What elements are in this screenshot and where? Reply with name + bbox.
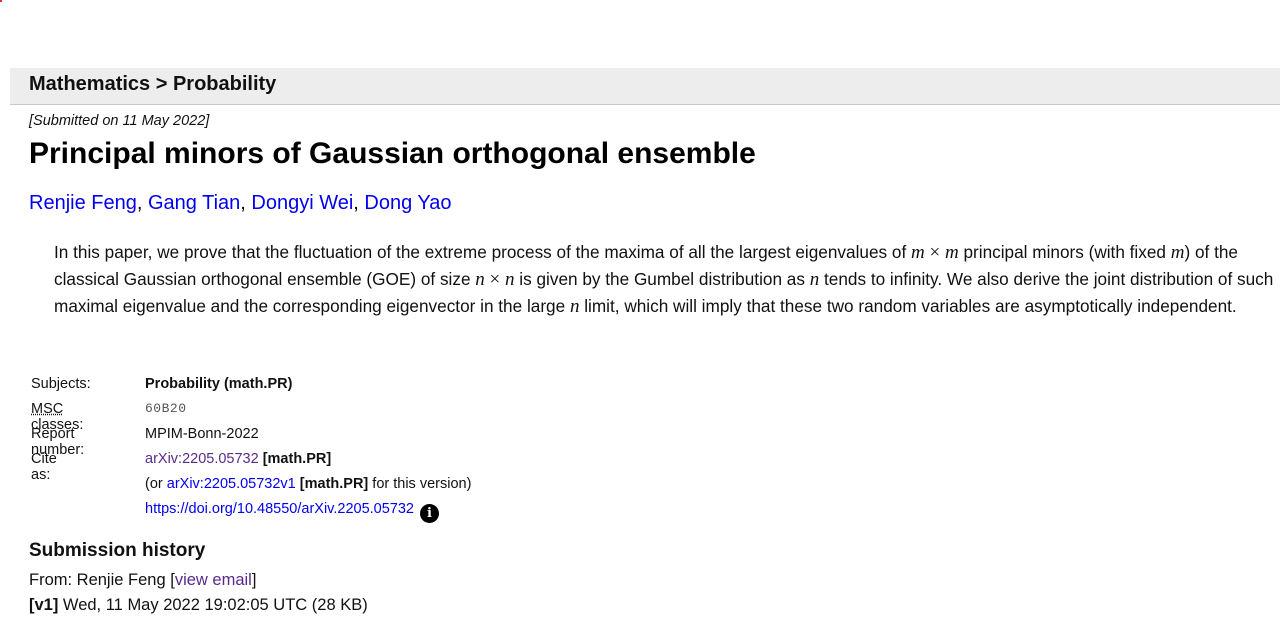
paper-title: Principal minors of Gaussian orthogonal …	[29, 137, 756, 170]
abstract: In this paper, we prove that the fluctua…	[54, 239, 1276, 320]
version-link[interactable]: arXiv:2205.05732v1	[167, 476, 296, 492]
breadcrumb[interactable]: Mathematics > Probability	[29, 73, 276, 96]
header-bar: Mathematics > Probability	[10, 68, 1280, 105]
author-separator: ,	[136, 192, 148, 214]
math-var: n	[505, 269, 515, 290]
version-entry: [v1] Wed, 11 May 2022 19:02:05 UTC (28 K…	[29, 596, 368, 615]
report-value: MPIM-Bonn-2022	[145, 426, 259, 442]
from-suffix: ]	[251, 571, 257, 589]
author-separator: ,	[240, 192, 252, 214]
author-link[interactable]: Renjie Feng	[29, 192, 137, 214]
abstract-text: is given by the Gumbel distribution as	[514, 269, 810, 289]
info-circle-icon[interactable]: i	[420, 504, 439, 523]
submission-date: [Submitted on 11 May 2022]	[29, 113, 210, 129]
author-link[interactable]: Dongyi Wei	[251, 192, 353, 214]
author-link[interactable]: Dong Yao	[364, 192, 451, 214]
author-list: Renjie Feng, Gang Tian, Dongyi Wei, Dong…	[29, 192, 452, 215]
cite-value: arXiv:2205.05732 [math.PR]	[145, 451, 331, 467]
version-close: for this version)	[368, 476, 472, 492]
view-email-link[interactable]: view email	[175, 571, 252, 589]
math-var: m	[911, 242, 925, 263]
math-op: ×	[484, 269, 506, 290]
v1-link[interactable]: [v1]	[29, 596, 58, 614]
corner-marker	[0, 0, 2, 2]
doi-link[interactable]: https://doi.org/10.48550/arXiv.2205.0573…	[145, 501, 414, 517]
v1-text: Wed, 11 May 2022 19:02:05 UTC (28 KB)	[58, 596, 368, 614]
subjects-label: Subjects:	[31, 376, 91, 392]
msc-abbr[interactable]: MSC	[31, 401, 63, 417]
version-tag: [math.PR]	[299, 476, 369, 492]
abstract-text: In this paper, we prove that the fluctua…	[54, 242, 911, 262]
math-var: n	[475, 269, 485, 290]
from-text: From: Renjie Feng [	[29, 571, 175, 589]
submission-history-heading: Submission history	[29, 540, 206, 561]
math-var: m	[1170, 242, 1185, 263]
math-var: n	[809, 269, 820, 290]
cite-tag: [math.PR]	[262, 451, 332, 467]
subjects-value: Probability (math.PR)	[145, 376, 293, 392]
doi-value: https://doi.org/10.48550/arXiv.2205.0573…	[145, 501, 439, 523]
cite-label: Cite as:	[31, 451, 57, 483]
msc-value: 60B20	[145, 401, 187, 416]
cite-link[interactable]: arXiv:2205.05732	[145, 451, 259, 467]
math-var: m	[944, 242, 959, 263]
submission-from: From: Renjie Feng [view email]	[29, 571, 256, 590]
abstract-text: limit, which will imply that these two r…	[579, 296, 1237, 316]
version-open: (or	[145, 476, 167, 492]
author-link[interactable]: Gang Tian	[148, 192, 240, 214]
version-value: (or arXiv:2205.05732v1 [math.PR] for thi…	[145, 476, 471, 492]
author-separator: ,	[353, 192, 365, 214]
abstract-text: principal minors (with fixed	[958, 242, 1171, 262]
math-op: ×	[924, 242, 945, 263]
